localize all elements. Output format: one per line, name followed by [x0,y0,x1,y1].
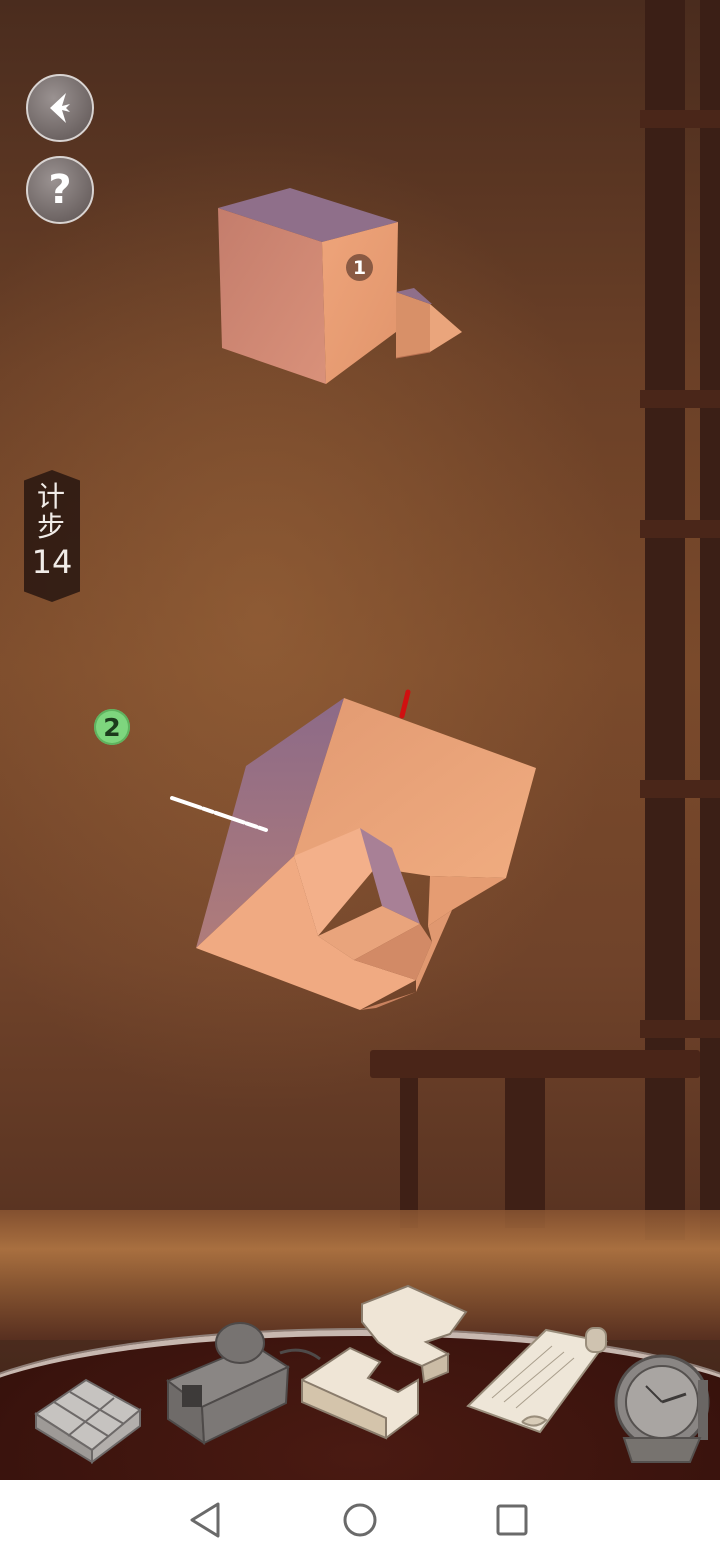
shelf-bar [640,780,720,798]
triangle-back-icon[interactable] [184,1498,228,1542]
piece-marker-2: 2 [94,709,130,745]
puzzle-wood-block[interactable] [160,680,560,1020]
step-counter: 计 步 14 [24,470,80,602]
background-table [370,1050,700,1078]
help-button[interactable]: ? [26,156,94,224]
back-button[interactable] [26,74,94,142]
compass-meter-icon[interactable] [610,1350,718,1468]
piece-marker-1: 1 [346,254,373,281]
system-nav-bar [0,1480,720,1560]
puzzle-pieces-icon[interactable] [298,1282,470,1447]
step-counter-label: 计 步 [36,480,67,543]
shelf-post [700,0,720,1240]
help-icon: ? [48,167,72,213]
background-table-leg [505,1078,545,1228]
square-recents-icon[interactable] [490,1498,534,1542]
shelf-bar [640,110,720,128]
circle-home-icon[interactable] [338,1498,382,1542]
scroll-icon[interactable] [462,1322,612,1447]
target-wood-block [218,188,462,384]
shelf-bar [640,520,720,538]
shelf-bar [640,1020,720,1038]
shelf-bar [640,390,720,408]
back-arrow-icon [50,93,70,123]
step-count: 14 [31,543,73,581]
background-table-leg [400,1078,418,1228]
game-scene: 1 2 ? 计 步 14 [0,0,720,1480]
compartment-box-icon[interactable] [28,1350,146,1468]
